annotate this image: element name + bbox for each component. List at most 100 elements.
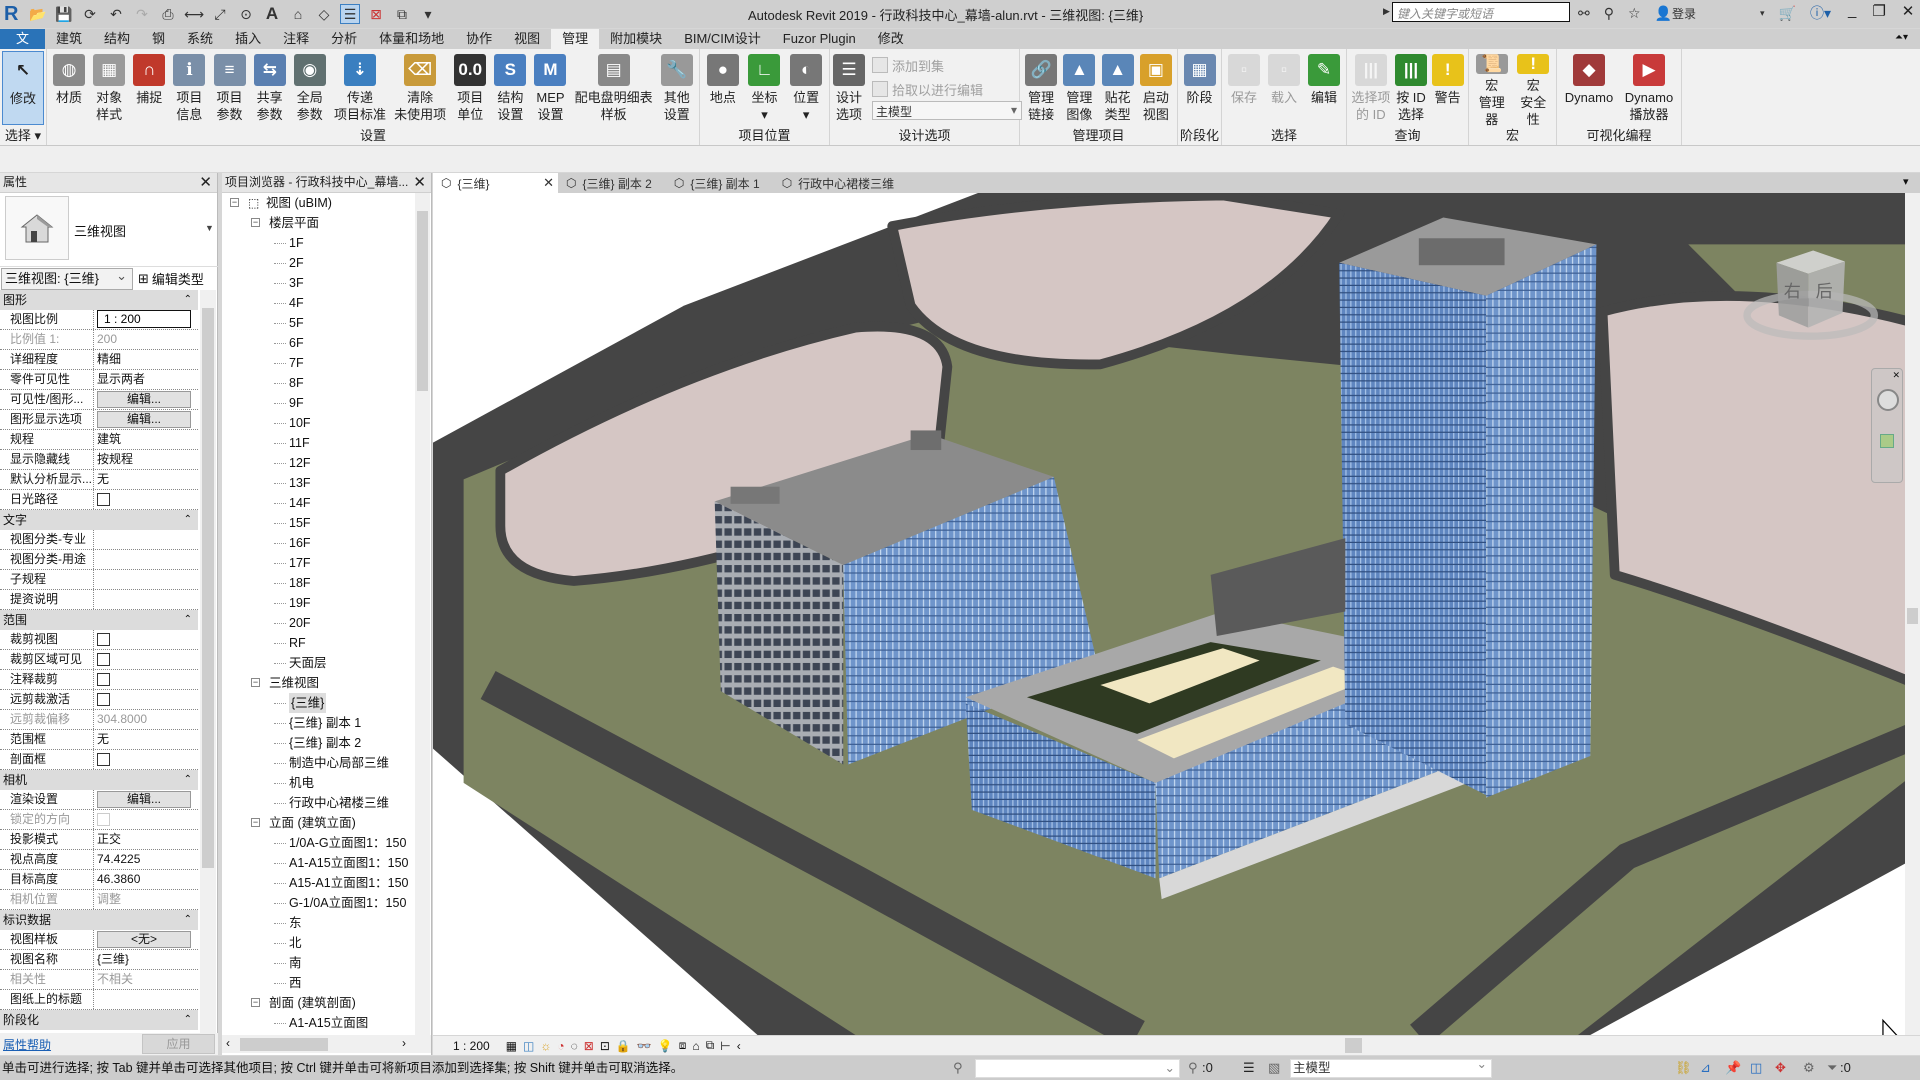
button-载入[interactable]: ▫ 载入 [1266, 51, 1302, 127]
property-text[interactable]: 建筑 [97, 432, 121, 446]
open-icon[interactable]: 📂 [28, 4, 48, 24]
tree-item[interactable]: 机电 [222, 773, 415, 793]
property-text[interactable]: 无 [97, 732, 109, 746]
property-checkbox[interactable] [97, 653, 110, 666]
menu-tab-附加模块[interactable]: 附加模块 [599, 29, 673, 49]
button-其他设置[interactable]: 🔧 其他 设置 [659, 51, 695, 127]
design-option-select[interactable]: 主模型 [872, 101, 1022, 120]
temporary-hide-icon[interactable]: 👓 [637, 1039, 652, 1053]
worksets-icon[interactable]: ⚲ [953, 1056, 963, 1080]
redo-icon[interactable]: ↷ [132, 4, 152, 24]
section-header-标识数据[interactable]: 标识数据 ⌃ [0, 910, 198, 930]
button-捕捉[interactable]: ∩ 捕捉 [131, 51, 167, 127]
button-材质[interactable]: ◍ 材质 [51, 51, 87, 127]
type-selector[interactable]: 三维视图 ▼ [0, 193, 218, 267]
browser-horizontal-scrollbar[interactable]: ‹ › [222, 1035, 431, 1053]
visual-style-icon[interactable]: ◫ [523, 1039, 534, 1053]
ribbon-minimize-icon[interactable]: ⏶▾ [1895, 32, 1908, 43]
scroll-thumb[interactable] [417, 211, 428, 391]
tree-item[interactable]: − ⬚ 视图 (uBIM) [222, 193, 415, 213]
tree-item[interactable]: 6F [222, 333, 415, 353]
scroll-thumb[interactable] [1907, 608, 1918, 624]
menu-tab-建筑[interactable]: 建筑 [45, 29, 93, 49]
section-header-范围[interactable]: 范围 ⌃ [0, 610, 198, 630]
button-修改[interactable]: ↖ 修改 [2, 51, 44, 125]
lock-view-icon[interactable]: 🔒 [616, 1039, 631, 1053]
button-管理链接[interactable]: 🔗 管理 链接 [1023, 51, 1059, 127]
tree-item[interactable]: 13F [222, 473, 415, 493]
scroll-thumb[interactable] [202, 308, 214, 868]
switch-windows-icon[interactable]: ⧉ [392, 4, 412, 24]
tree-item[interactable]: 2F [222, 253, 415, 273]
analytical-model-icon[interactable]: ⌂ [692, 1039, 699, 1053]
menu-tab-结构[interactable]: 结构 [93, 29, 141, 49]
select-pinned-icon[interactable]: 📌 [1725, 1056, 1741, 1080]
collapse-icon[interactable]: ⌃ [184, 610, 192, 630]
tree-item[interactable]: 3F [222, 273, 415, 293]
section-header-阶段化[interactable]: 阶段化 ⌃ [0, 1010, 198, 1030]
minimize-button[interactable]: _ [1848, 2, 1856, 20]
viewcube-back-face[interactable]: 后 [1816, 281, 1833, 301]
property-checkbox[interactable] [97, 633, 110, 646]
tree-item[interactable]: 1/0A-G立面图1：150 [222, 833, 415, 853]
tree-item[interactable]: 1F [222, 233, 415, 253]
measure-icon[interactable]: ⟷ [184, 4, 204, 24]
login-dropdown-icon[interactable]: ▾ [1760, 8, 1765, 19]
steering-wheel-icon[interactable] [1877, 389, 1899, 411]
property-checkbox[interactable] [97, 693, 110, 706]
menu-tab-文件[interactable]: 文件 [0, 29, 45, 66]
property-edit-button[interactable]: 编辑... [97, 791, 191, 808]
binoculars-icon[interactable]: ⚯ [1578, 5, 1590, 22]
tab-list-icon[interactable]: ▾ [1903, 175, 1909, 188]
crop-view-icon[interactable]: ⊠ [584, 1039, 594, 1053]
search-expand-icon[interactable]: ▶ [1383, 6, 1390, 17]
menu-tab-分析[interactable]: 分析 [320, 29, 368, 49]
menu-tab-系统[interactable]: 系统 [176, 29, 224, 49]
3d-view-icon[interactable]: ⌂ [288, 4, 308, 24]
undo-icon[interactable]: ↶ [106, 4, 126, 24]
drag-on-selection-icon[interactable]: ✥ [1775, 1056, 1786, 1080]
tree-item[interactable]: A1-A15立面图 [222, 1013, 415, 1033]
scroll-thumb[interactable] [240, 1038, 328, 1051]
worksharing-icon[interactable]: ⧈ [679, 1038, 687, 1053]
scroll-left-icon[interactable]: ‹ [226, 1036, 230, 1050]
property-text[interactable]: 无 [97, 472, 109, 486]
button-按-id选择[interactable]: ||| 按 ID 选择 [1393, 51, 1429, 127]
exclude-options-icon[interactable]: ▧ [1268, 1056, 1280, 1080]
filter-icon[interactable]: ⏷ [1827, 1056, 1837, 1080]
tree-item[interactable]: 8F [222, 373, 415, 393]
tree-item[interactable]: 东 [222, 913, 415, 933]
button-项目信息[interactable]: ℹ 项目 信息 [171, 51, 207, 127]
viewport-horizontal-scrollbar[interactable] [815, 1036, 1920, 1055]
section-icon[interactable]: ◇ [314, 4, 334, 24]
tree-item[interactable]: 17F [222, 553, 415, 573]
button-选择项的-id[interactable]: ||| 选择项 的 ID [1349, 51, 1392, 127]
button-mep设置[interactable]: M MEP 设置 [532, 51, 568, 127]
apply-button[interactable]: 应用 [142, 1034, 215, 1054]
view-tab[interactable]: ⬡ {三维} 副本 2 [558, 173, 666, 193]
tree-item[interactable]: 18F [222, 573, 415, 593]
close-icon[interactable]: ✕ [199, 173, 212, 192]
customize-icon[interactable]: ▾ [418, 4, 438, 24]
button-配电盘明细表样板[interactable]: ▤ 配电盘明细表 样板 [573, 51, 655, 127]
view-tab[interactable]: ⬡ {三维} ✕ [433, 173, 558, 193]
highlight-displacement-icon[interactable]: ⧉ [706, 1038, 715, 1053]
tree-item[interactable]: A1-A15立面图1：150 [222, 853, 415, 873]
collapse-toggle-icon[interactable]: − [251, 998, 260, 1007]
menu-tab-钢[interactable]: 钢 [141, 29, 176, 49]
section-header-相机[interactable]: 相机 ⌃ [0, 770, 198, 790]
tree-item[interactable]: 15F [222, 513, 415, 533]
tree-item[interactable]: 11F [222, 433, 415, 453]
close-tab-icon[interactable]: ✕ [543, 175, 554, 191]
property-text[interactable]: 按规程 [97, 452, 133, 466]
active-design-option-select[interactable]: 主模型 [1290, 1056, 1492, 1078]
collapse-toggle-icon[interactable]: − [251, 818, 260, 827]
select-underlay-icon[interactable]: ⊿ [1700, 1056, 1711, 1080]
close-icon[interactable]: ✕ [1892, 370, 1900, 381]
collapse-icon[interactable]: ⌃ [184, 1010, 192, 1030]
tree-item[interactable]: 4F [222, 293, 415, 313]
button-贴花类型[interactable]: ▲ 贴花 类型 [1100, 51, 1136, 127]
editable-only-icon[interactable]: ⚲ [1188, 1056, 1198, 1080]
scroll-thumb[interactable] [1345, 1038, 1362, 1053]
tree-item[interactable]: 9F [222, 393, 415, 413]
